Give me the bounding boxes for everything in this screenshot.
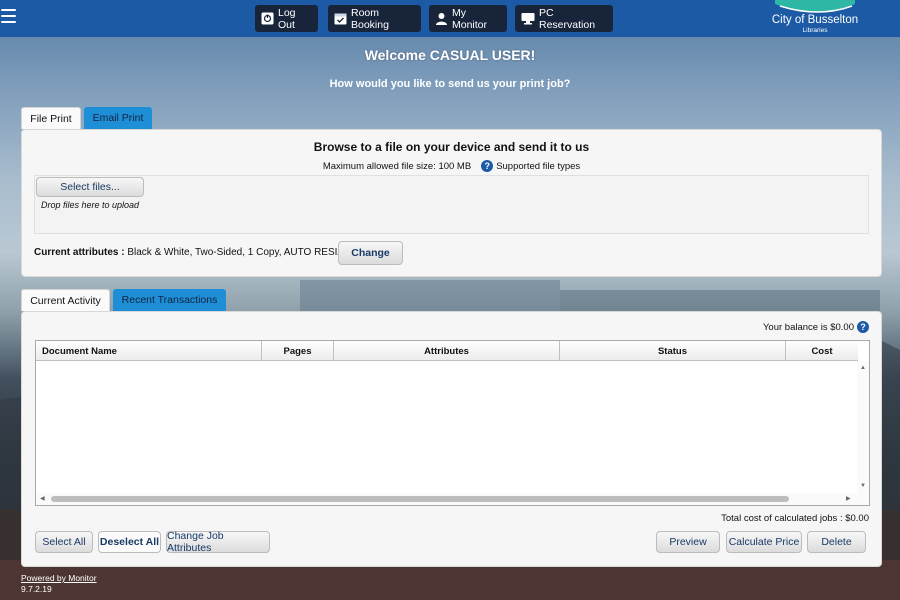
column-header-cost[interactable]: Cost bbox=[786, 341, 858, 361]
welcome-heading: Welcome CASUAL USER! bbox=[364, 47, 536, 63]
hamburger-menu-icon[interactable] bbox=[1, 9, 16, 25]
user-icon bbox=[435, 12, 448, 26]
room-booking-label: Room Booking bbox=[351, 6, 389, 31]
scroll-down-arrow-icon[interactable]: ▼ bbox=[860, 483, 866, 489]
column-header-status[interactable]: Status bbox=[560, 341, 786, 361]
scroll-right-arrow-icon[interactable]: ▶ bbox=[846, 495, 851, 502]
activity-table: Document Name Pages Attributes Status Co… bbox=[35, 340, 870, 506]
column-header-document-name[interactable]: Document Name bbox=[36, 341, 262, 361]
help-icon[interactable]: ? bbox=[481, 160, 494, 172]
pc-reservation-button[interactable]: PC Reservation bbox=[515, 5, 613, 32]
logout-icon bbox=[261, 12, 274, 26]
balance-row: Your balance is $0.00 ? bbox=[763, 321, 869, 333]
tab-current-activity[interactable]: Current Activity bbox=[21, 289, 110, 311]
balance-help-icon[interactable]: ? bbox=[857, 321, 869, 333]
total-cost-text: Total cost of calculated jobs : $0.00 bbox=[721, 513, 869, 524]
current-activity-panel: Your balance is $0.00 ? Document Name Pa… bbox=[21, 311, 882, 567]
attributes-value: Black & White, Two-Sided, 1 Copy, AUTO R… bbox=[127, 247, 351, 258]
room-booking-button[interactable]: Room Booking bbox=[328, 5, 421, 32]
balance-text: Your balance is $0.00 bbox=[762, 321, 854, 333]
vertical-scrollbar[interactable]: ▲ ▼ bbox=[857, 361, 869, 505]
instruction-text: How would you like to send us your print… bbox=[329, 78, 571, 90]
tab-recent-transactions[interactable]: Recent Transactions bbox=[113, 289, 226, 311]
upload-info-row: Maximum allowed file size: 100 MB ? Supp… bbox=[22, 160, 881, 172]
powered-by-link[interactable]: Powered by Monitor bbox=[21, 573, 97, 583]
change-job-attributes-button[interactable]: Change Job Attributes bbox=[166, 530, 270, 554]
tab-file-print[interactable]: File Print bbox=[21, 107, 81, 129]
logo-subtitle: Libraries bbox=[802, 27, 828, 34]
select-all-button[interactable]: Select All bbox=[35, 531, 93, 553]
max-file-size-text: Maximum allowed file size: 100 MB bbox=[322, 160, 472, 172]
deselect-all-button[interactable]: Deselect All bbox=[98, 531, 161, 553]
my-monitor-button[interactable]: My Monitor bbox=[429, 5, 507, 32]
delete-button[interactable]: Delete bbox=[807, 531, 866, 553]
horizontal-scroll-thumb[interactable] bbox=[51, 496, 789, 502]
attributes-label: Current attributes : bbox=[34, 247, 125, 258]
calculate-price-button[interactable]: Calculate Price bbox=[726, 531, 802, 553]
horizontal-scrollbar[interactable]: ◀ ▶ bbox=[36, 493, 858, 505]
city-logo: City of Busselton Libraries bbox=[770, 0, 860, 37]
calendar-icon bbox=[334, 12, 347, 26]
pc-reservation-label: PC Reservation bbox=[539, 6, 596, 31]
drop-zone[interactable]: Select files... Drop files here to uploa… bbox=[34, 175, 869, 234]
scroll-up-arrow-icon[interactable]: ▲ bbox=[860, 365, 866, 371]
logo-name: City of Busselton bbox=[771, 14, 859, 26]
upload-title: Browse to a file on your device and send… bbox=[313, 140, 590, 154]
logout-button[interactable]: Log Out bbox=[255, 5, 318, 32]
logout-label: Log Out bbox=[278, 6, 296, 31]
select-files-button[interactable]: Select files... bbox=[36, 177, 144, 197]
scroll-left-arrow-icon[interactable]: ◀ bbox=[40, 495, 45, 502]
supported-file-types-link[interactable]: Supported file types bbox=[496, 161, 580, 172]
monitor-icon bbox=[521, 12, 535, 26]
change-attributes-button[interactable]: Change bbox=[338, 241, 403, 265]
top-navigation-bar: Log Out Room Booking My Monitor PC Reser… bbox=[0, 0, 900, 37]
my-monitor-label: My Monitor bbox=[452, 6, 488, 31]
current-attributes-row: Current attributes : Black & White, Two-… bbox=[34, 247, 350, 258]
file-print-panel: Browse to a file on your device and send… bbox=[21, 129, 882, 277]
table-header: Document Name Pages Attributes Status Co… bbox=[36, 341, 858, 361]
footer: Powered by Monitor 9.7.2.19 bbox=[21, 573, 97, 595]
column-header-attributes[interactable]: Attributes bbox=[334, 341, 560, 361]
preview-button[interactable]: Preview bbox=[656, 531, 720, 553]
tab-email-print[interactable]: Email Print bbox=[84, 107, 152, 129]
column-header-pages[interactable]: Pages bbox=[262, 341, 334, 361]
drop-hint-text: Drop files here to upload bbox=[41, 200, 140, 210]
version-text: 9.7.2.19 bbox=[21, 584, 52, 594]
